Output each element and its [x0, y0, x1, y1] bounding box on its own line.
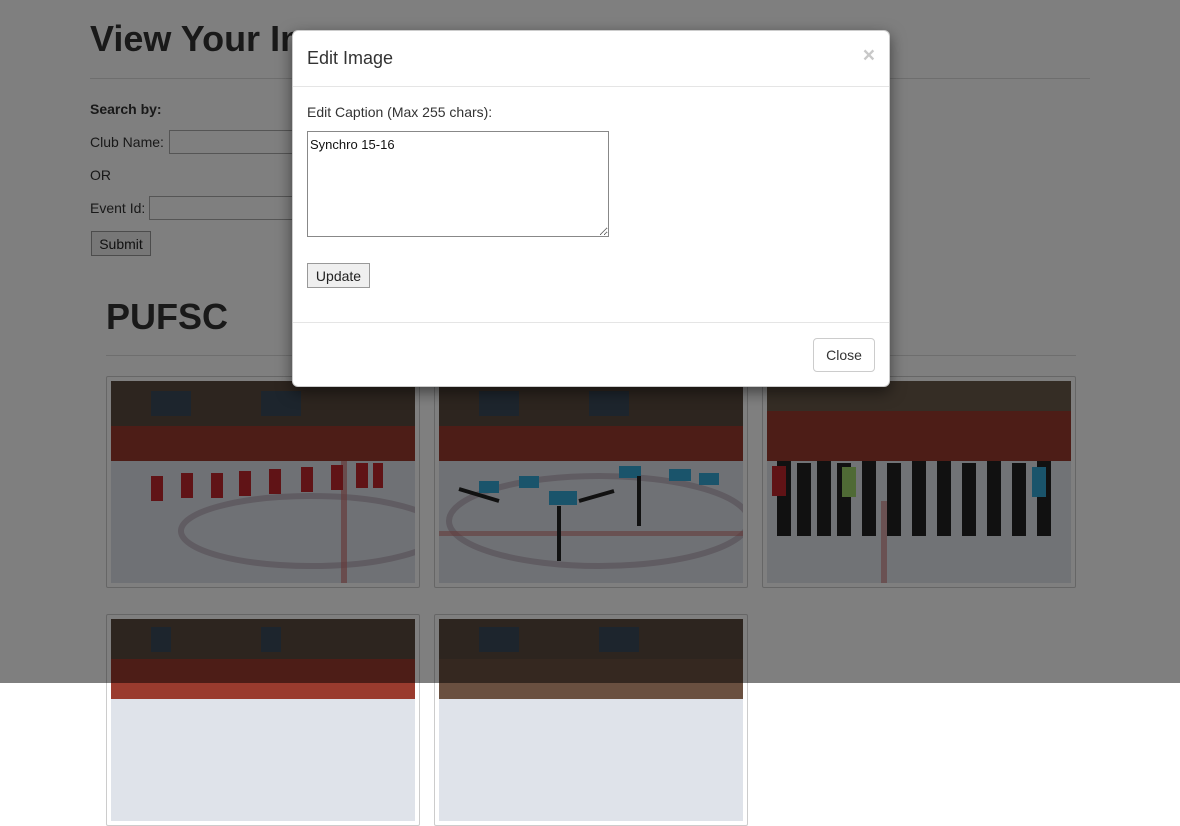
close-icon[interactable]: × [863, 45, 875, 66]
modal-title: Edit Image [307, 48, 394, 68]
close-button[interactable]: Close [813, 338, 875, 372]
edit-image-modal: Edit Image × Edit Caption (Max 255 chars… [292, 30, 890, 387]
modal-footer-divider [293, 322, 889, 323]
modal-header-divider [293, 86, 889, 87]
caption-textarea[interactable]: Synchro 15-16 [307, 131, 609, 237]
update-button[interactable]: Update [307, 263, 370, 288]
caption-label: Edit Caption (Max 255 chars): [307, 104, 493, 120]
